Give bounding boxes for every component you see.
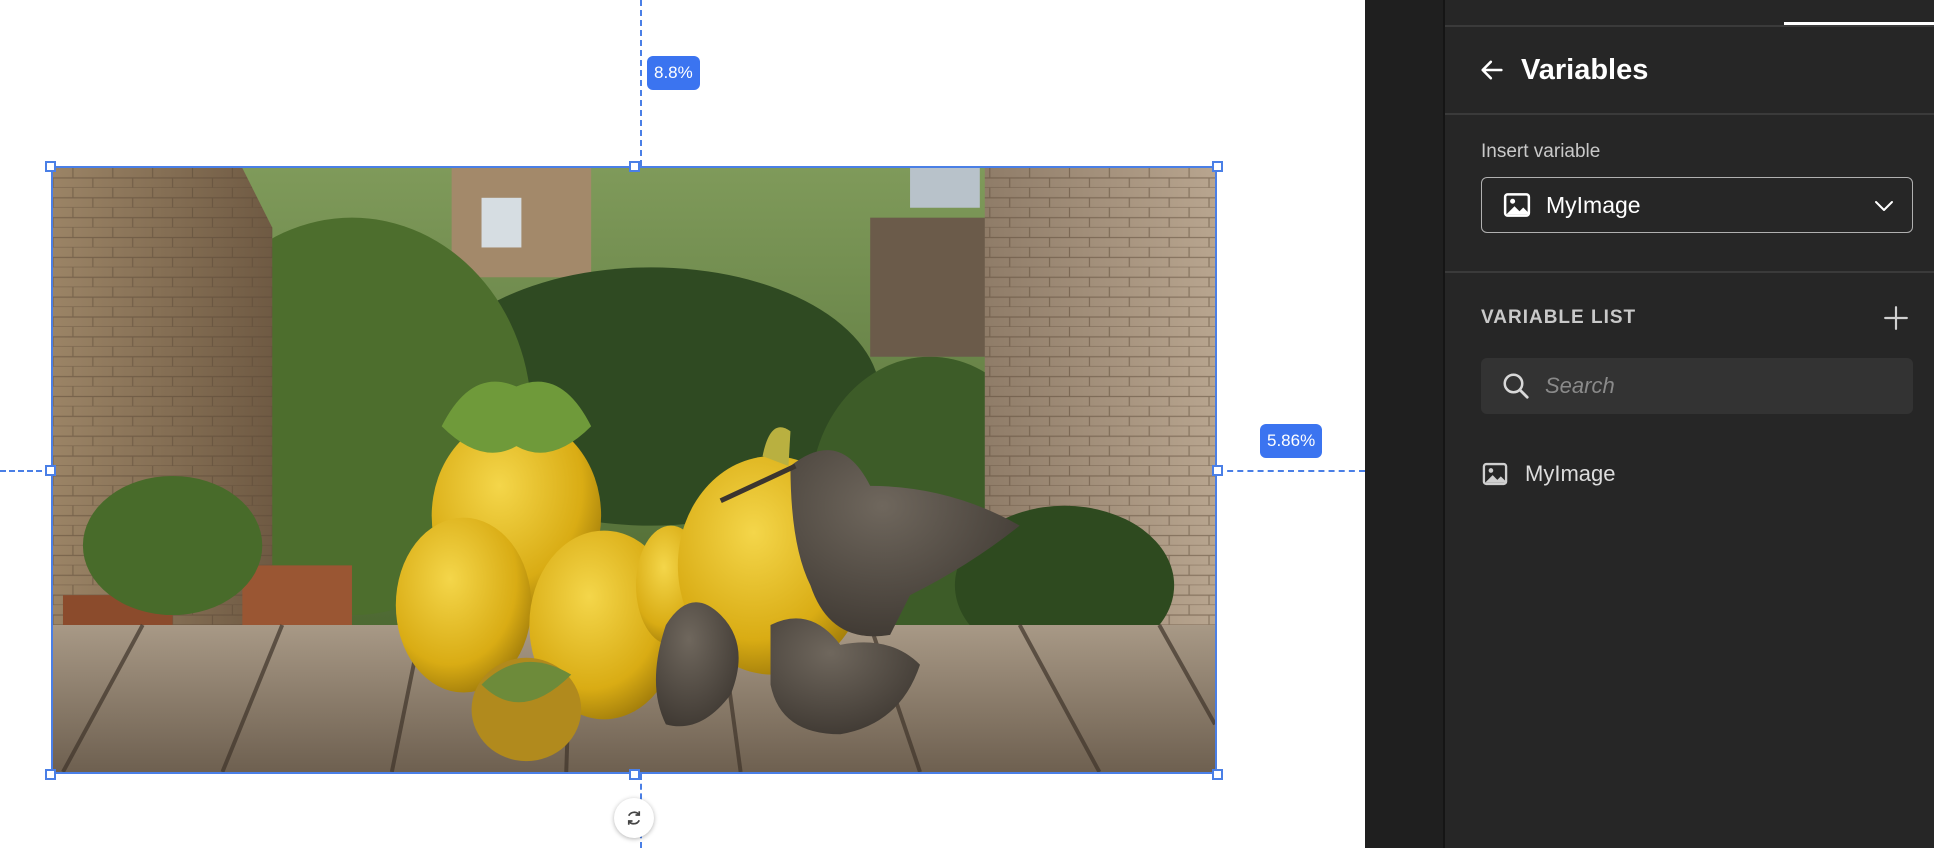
rotate-icon [627,811,641,825]
back-button[interactable] [1475,53,1509,87]
variable-name: MyImage [1525,461,1616,486]
resize-handle-top[interactable] [629,161,640,172]
right-margin-guide [1217,470,1365,472]
variable-select[interactable]: MyImage [1481,177,1913,233]
image-icon [1482,462,1508,486]
variables-panel: Variables Insert variable MyImage VARIAB… [1443,0,1934,848]
selected-variable-value: MyImage [1546,191,1641,218]
resize-handle-top-right[interactable] [1212,161,1223,172]
chevron-down-icon [1875,201,1893,211]
resize-handle-top-left[interactable] [45,161,56,172]
plus-icon [1884,306,1908,330]
search-icon [1503,373,1529,399]
variable-list-heading: VARIABLE LIST [1481,307,1637,328]
left-margin-guide [0,470,51,472]
search-box[interactable] [1481,358,1913,414]
resize-handle-bottom-left[interactable] [45,769,56,780]
top-margin-badge: 8.8% [647,56,700,90]
image-variable-element[interactable] [51,166,1217,774]
insert-variable-section: Insert variable MyImage [1445,115,1934,273]
rotate-handle[interactable] [614,798,654,838]
panel-title: Variables [1521,54,1649,86]
insert-variable-label: Insert variable [1481,141,1601,162]
arrow-left-icon [1481,60,1503,80]
resize-handle-bottom[interactable] [629,769,640,780]
variable-list-item[interactable]: MyImage [1481,458,1615,490]
garden-photo [53,168,1215,772]
panel-gutter [1365,0,1443,848]
resize-handle-bottom-right[interactable] [1212,769,1223,780]
panel-header: Variables [1445,25,1934,115]
panel-tab-strip [1445,0,1934,27]
editor-canvas[interactable]: 8.8% 5.86% [0,0,1365,848]
search-input[interactable] [1543,372,1913,400]
image-icon [1503,193,1531,217]
right-margin-badge: 5.86% [1260,424,1323,458]
resize-handle-right[interactable] [1212,465,1223,476]
resize-handle-left[interactable] [45,465,56,476]
add-variable-button[interactable] [1878,300,1914,336]
top-margin-guide [640,0,642,166]
